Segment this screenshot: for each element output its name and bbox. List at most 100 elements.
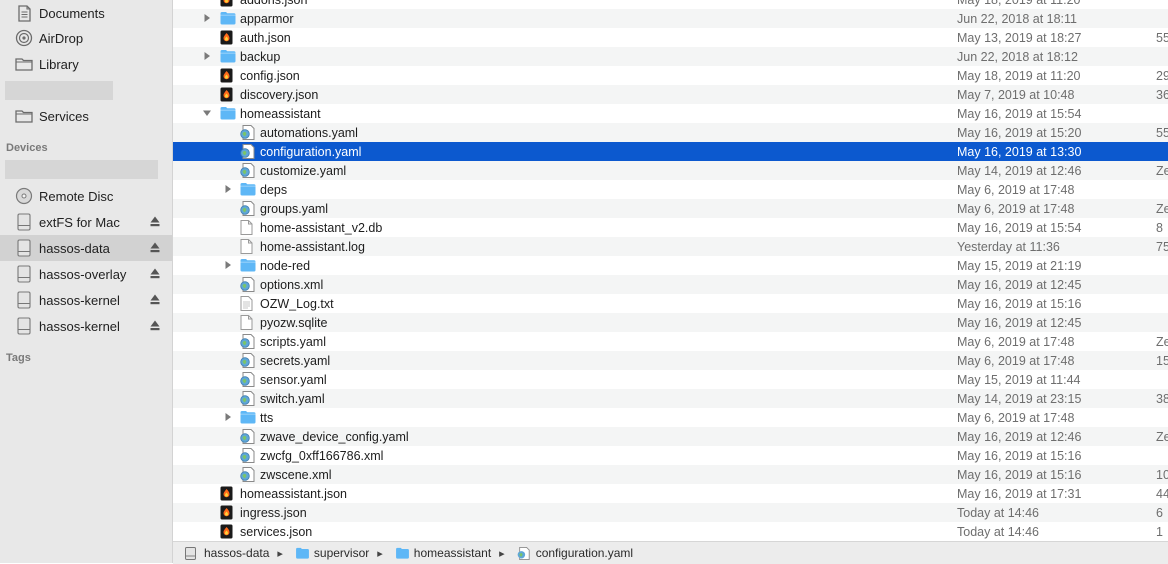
file-name: config.json	[240, 68, 300, 83]
file-row[interactable]: tts May 6, 2019 at 17:48	[173, 408, 1168, 427]
file-row[interactable]: pyozw.sqlite May 16, 2019 at 12:45	[173, 313, 1168, 332]
path-crumb[interactable]: homeassistant	[395, 546, 491, 560]
file-row[interactable]: node-red May 15, 2019 at 21:19	[173, 256, 1168, 275]
file-row[interactable]: switch.yaml May 14, 2019 at 23:15 38	[173, 389, 1168, 408]
sidebar-item-label: Documents	[39, 5, 105, 21]
file-date: Today at 14:46	[957, 505, 1040, 520]
folder-icon	[240, 258, 256, 273]
file-row[interactable]: secrets.yaml May 6, 2019 at 17:48 15	[173, 351, 1168, 370]
file-row[interactable]: options.xml May 16, 2019 at 12:45	[173, 275, 1168, 294]
file-date: May 13, 2019 at 18:27	[957, 30, 1082, 45]
sidebar-item-label: extFS for Mac	[39, 214, 120, 230]
file-date: May 16, 2019 at 15:54	[957, 106, 1082, 121]
file-size: Ze	[1156, 334, 1168, 349]
disclosure-closed-icon[interactable]	[223, 184, 233, 194]
file-name: home-assistant_v2.db	[260, 220, 383, 235]
sidebar-tags-heading: Tags	[6, 352, 31, 364]
file-row[interactable]: automations.yaml May 16, 2019 at 15:20 55	[173, 123, 1168, 142]
drive-icon	[14, 213, 34, 231]
file-row[interactable]: sensor.yaml May 15, 2019 at 11:44	[173, 370, 1168, 389]
file-row[interactable]: OZW_Log.txt May 16, 2019 at 15:16	[173, 294, 1168, 313]
json-file-icon	[220, 87, 236, 102]
file-row[interactable]: ingress.json Today at 14:46 6	[173, 503, 1168, 522]
file-name: sensor.yaml	[260, 372, 327, 387]
file-date: May 18, 2019 at 11:20	[957, 68, 1081, 83]
file-date: May 14, 2019 at 23:15	[957, 391, 1082, 406]
eject-icon[interactable]	[150, 320, 160, 331]
file-name: secrets.yaml	[260, 353, 331, 368]
file-row[interactable]: groups.yaml May 6, 2019 at 17:48 Ze	[173, 199, 1168, 218]
file-date: May 16, 2019 at 12:45	[957, 315, 1082, 330]
file-row[interactable]: zwave_device_config.yaml May 16, 2019 at …	[173, 427, 1168, 446]
drive-icon	[14, 291, 34, 309]
file-size: Ze	[1156, 201, 1168, 216]
file-date: May 16, 2019 at 12:46	[957, 429, 1082, 444]
folder-icon	[395, 547, 410, 560]
file-size: 38	[1156, 391, 1168, 406]
file-date: May 16, 2019 at 15:20	[957, 125, 1082, 140]
file-name: automations.yaml	[260, 125, 358, 140]
file-row[interactable]: customize.yaml May 14, 2019 at 12:46 Ze	[173, 161, 1168, 180]
file-row[interactable]: discovery.json May 7, 2019 at 10:48 36	[173, 85, 1168, 104]
disclosure-closed-icon[interactable]	[202, 13, 212, 23]
json-file-icon	[220, 68, 236, 83]
yaml-file-icon	[240, 391, 256, 406]
sidebar-blank-item[interactable]	[5, 81, 113, 100]
file-list[interactable]: addons.json May 18, 2019 at 11:20 apparmor…	[173, 0, 1168, 541]
file-row[interactable]: zwscene.xml May 16, 2019 at 15:16 10	[173, 465, 1168, 484]
folder-icon	[295, 547, 310, 560]
sidebar-item-hassos-overlay[interactable]: hassos-overlay	[0, 261, 172, 287]
sidebar-item-extfs[interactable]: extFS for Mac	[0, 209, 172, 235]
file-date: May 7, 2019 at 10:48	[957, 87, 1075, 102]
sidebar-item-library[interactable]: Library	[0, 51, 172, 77]
file-row[interactable]: services.json Today at 14:46 1	[173, 522, 1168, 541]
eject-icon[interactable]	[150, 216, 160, 227]
file-row[interactable]: homeassistant May 16, 2019 at 15:54	[173, 104, 1168, 123]
eject-icon[interactable]	[150, 242, 160, 253]
document-icon	[240, 315, 256, 330]
file-row[interactable]: config.json May 18, 2019 at 11:20 29	[173, 66, 1168, 85]
file-row[interactable]: backup Jun 22, 2018 at 18:12	[173, 47, 1168, 66]
file-date: Today at 14:46	[957, 524, 1040, 539]
sidebar-item-hassos-kernel-2[interactable]: hassos-kernel	[0, 313, 172, 339]
file-row[interactable]: deps May 6, 2019 at 17:48	[173, 180, 1168, 199]
file-row[interactable]: configuration.yaml May 16, 2019 at 13:30	[173, 142, 1168, 161]
disclosure-closed-icon[interactable]	[202, 51, 212, 61]
disclosure-closed-icon[interactable]	[223, 412, 233, 422]
file-row[interactable]: homeassistant.json May 16, 2019 at 17:31 4…	[173, 484, 1168, 503]
sidebar-item-airdrop[interactable]: AirDrop	[0, 25, 172, 51]
sidebar-item-remote-disc[interactable]: Remote Disc	[0, 183, 172, 209]
file-row[interactable]: auth.json May 13, 2019 at 18:27 55	[173, 28, 1168, 47]
file-date: May 6, 2019 at 17:48	[957, 334, 1075, 349]
sidebar-item-hassos-data[interactable]: hassos-data	[0, 235, 172, 261]
path-crumb[interactable]: supervisor	[295, 546, 369, 560]
file-row[interactable]: scripts.yaml May 6, 2019 at 17:48 Ze	[173, 332, 1168, 351]
disclosure-closed-icon[interactable]	[223, 260, 233, 270]
json-file-icon	[220, 486, 236, 501]
file-row[interactable]: home-assistant.log Yesterday at 11:36 75	[173, 237, 1168, 256]
file-row[interactable]: addons.json May 18, 2019 at 11:20	[173, 0, 1168, 9]
disclosure-open-icon[interactable]	[202, 108, 212, 118]
sidebar-item-hassos-kernel[interactable]: hassos-kernel	[0, 287, 172, 313]
yaml-file-icon	[240, 163, 256, 178]
file-date: May 15, 2019 at 11:44	[957, 372, 1081, 387]
eject-icon[interactable]	[150, 268, 160, 279]
yaml-file-icon	[240, 448, 256, 463]
path-crumb[interactable]: configuration.yaml	[517, 546, 633, 560]
sidebar-item-services[interactable]: Services	[0, 103, 172, 129]
file-row[interactable]: zwcfg_0xff166786.xml May 16, 2019 at 15:1…	[173, 446, 1168, 465]
sidebar-blank-item[interactable]	[5, 160, 158, 179]
eject-icon[interactable]	[150, 294, 160, 305]
file-row[interactable]: home-assistant_v2.db May 16, 2019 at 15:5…	[173, 218, 1168, 237]
json-file-icon	[220, 505, 236, 520]
yaml-file-icon	[240, 353, 256, 368]
file-date: Jun 22, 2018 at 18:12	[957, 49, 1078, 64]
file-date: May 16, 2019 at 12:45	[957, 277, 1082, 292]
file-name: homeassistant	[240, 106, 321, 121]
sidebar-item-documents[interactable]: Documents	[0, 0, 172, 26]
yaml-file-icon	[240, 372, 256, 387]
file-row[interactable]: apparmor Jun 22, 2018 at 18:11	[173, 9, 1168, 28]
folder-icon	[220, 106, 236, 121]
file-name: zwscene.xml	[260, 467, 332, 482]
path-crumb[interactable]: hassos-data	[185, 546, 269, 560]
